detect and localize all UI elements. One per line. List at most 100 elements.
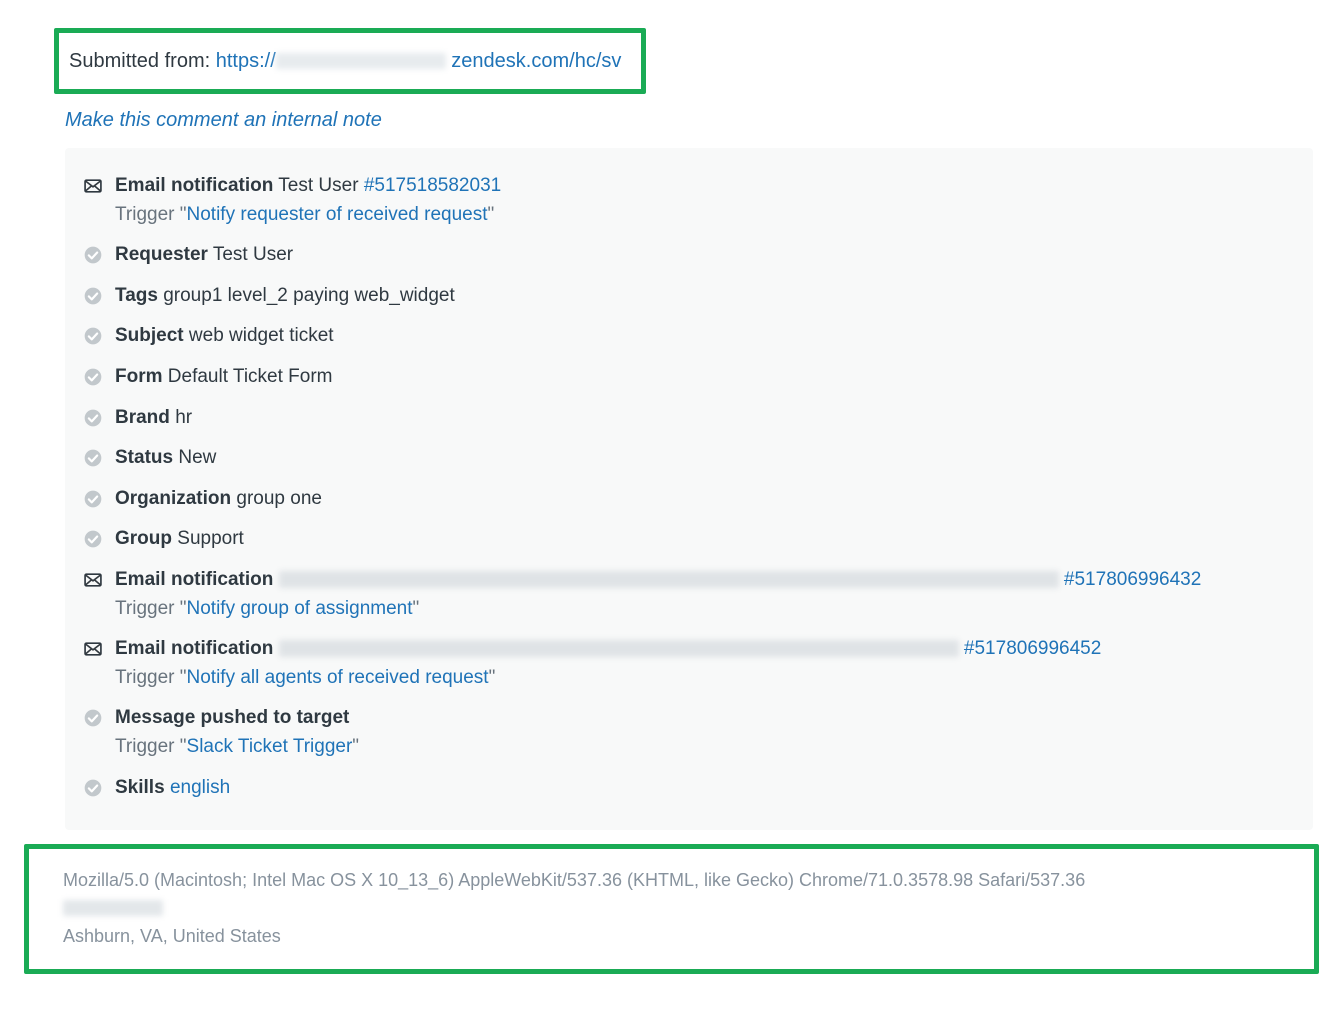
check-icon (83, 367, 103, 387)
event-row: Form Default Ticket Form (83, 357, 1295, 398)
trigger-link[interactable]: Notify group of assignment (187, 598, 413, 619)
submitted-from-url[interactable]: https:// zendesk.com/hc/sv (216, 50, 622, 72)
event-line1: Organization group one (115, 486, 1295, 513)
event-value: Support (177, 528, 244, 549)
check-icon (83, 448, 103, 468)
event-line1: Message pushed to target (115, 705, 1295, 732)
trigger-label: Trigger (115, 736, 174, 757)
event-value: hr (175, 407, 192, 428)
event-trigger-line: Trigger "Notify group of assignment" (115, 596, 1295, 623)
event-value: Test User (278, 175, 358, 196)
event-body: Group Support (115, 526, 1295, 553)
event-label: Tags (115, 285, 158, 306)
event-trigger-line: Trigger "Slack Ticket Trigger" (115, 734, 1295, 761)
event-line1: Subject web widget ticket (115, 323, 1295, 350)
event-label: Status (115, 447, 173, 468)
event-label: Message pushed to target (115, 707, 349, 728)
event-label: Subject (115, 325, 184, 346)
event-body: Message pushed to target Trigger "Slack T… (115, 705, 1295, 760)
event-label: Email notification (115, 569, 273, 590)
event-body: Skills english (115, 775, 1295, 802)
events-panel: Email notification Test User #5175185820… (65, 148, 1313, 830)
event-line1: Status New (115, 445, 1295, 472)
make-internal-note: Make this comment an internal note (65, 106, 1342, 134)
event-label: Email notification (115, 638, 273, 659)
trigger-label: Trigger (115, 204, 174, 225)
event-label: Organization (115, 488, 231, 509)
requester-meta-highlight: Mozilla/5.0 (Macintosh; Intel Mac OS X 1… (24, 844, 1319, 974)
trigger-link[interactable]: Slack Ticket Trigger (187, 736, 353, 757)
event-label: Brand (115, 407, 170, 428)
event-line1: Tags group1 level_2 paying web_widget (115, 283, 1295, 310)
event-label: Form (115, 366, 163, 387)
event-line1: Skills english (115, 775, 1295, 802)
trigger-link[interactable]: Notify all agents of received request (187, 667, 489, 688)
event-body: Status New (115, 445, 1295, 472)
submitted-from-label: Submitted from: (69, 50, 216, 72)
event-row: Message pushed to target Trigger "Slack T… (83, 698, 1295, 767)
event-row: Email notification #517806996432Trigger … (83, 560, 1295, 629)
redacted-recipients (279, 640, 959, 657)
mail-icon (83, 176, 103, 196)
check-icon (83, 286, 103, 306)
check-icon (83, 708, 103, 728)
event-body: Tags group1 level_2 paying web_widget (115, 283, 1295, 310)
event-line1: Email notification Test User #5175185820… (115, 173, 1295, 200)
event-row: Organization group one (83, 479, 1295, 520)
event-label: Skills (115, 777, 165, 798)
event-value: web widget ticket (189, 325, 334, 346)
event-row: Email notification #517806996452Trigger … (83, 629, 1295, 698)
requester-ip (63, 895, 1294, 923)
mail-icon (83, 570, 103, 590)
event-body: Organization group one (115, 486, 1295, 513)
trigger-label: Trigger (115, 598, 174, 619)
event-row: Skills english (83, 768, 1295, 809)
event-body: Email notification #517806996432Trigger … (115, 567, 1295, 622)
event-row: Group Support (83, 519, 1295, 560)
event-id-link[interactable]: #517806996432 (1064, 569, 1201, 590)
event-value-link[interactable]: english (170, 777, 230, 798)
mail-icon (83, 639, 103, 659)
check-icon (83, 778, 103, 798)
user-agent: Mozilla/5.0 (Macintosh; Intel Mac OS X 1… (63, 867, 1294, 895)
redacted-subdomain (276, 53, 446, 69)
redacted-recipients (279, 571, 1059, 588)
event-line1: Brand hr (115, 405, 1295, 432)
event-label: Group (115, 528, 172, 549)
event-line1: Requester Test User (115, 242, 1295, 269)
event-value: Default Ticket Form (168, 366, 333, 387)
event-id-link[interactable]: #517806996452 (964, 638, 1101, 659)
event-id-link[interactable]: #517518582031 (364, 175, 501, 196)
event-line1: Email notification #517806996452 (115, 636, 1295, 663)
event-row: Subject web widget ticket (83, 316, 1295, 357)
trigger-link[interactable]: Notify requester of received request (187, 204, 488, 225)
trigger-label: Trigger (115, 667, 174, 688)
event-line1: Email notification #517806996432 (115, 567, 1295, 594)
make-internal-note-link[interactable]: Make this comment an internal note (65, 109, 382, 131)
event-value: New (178, 447, 216, 468)
event-body: Email notification #517806996452Trigger … (115, 636, 1295, 691)
event-trigger-line: Trigger "Notify requester of received re… (115, 202, 1295, 229)
event-value: Test User (213, 244, 293, 265)
event-label: Email notification (115, 175, 273, 196)
event-value: group one (236, 488, 322, 509)
event-label: Requester (115, 244, 208, 265)
event-body: Requester Test User (115, 242, 1295, 269)
event-row: Tags group1 level_2 paying web_widget (83, 276, 1295, 317)
event-value: group1 level_2 paying web_widget (163, 285, 455, 306)
event-body: Email notification Test User #5175185820… (115, 173, 1295, 228)
submitted-from-row: Submitted from: https:// zendesk.com/hc/… (69, 47, 621, 75)
event-line1: Group Support (115, 526, 1295, 553)
event-row: Email notification Test User #5175185820… (83, 166, 1295, 235)
check-icon (83, 529, 103, 549)
event-body: Brand hr (115, 405, 1295, 432)
check-icon (83, 408, 103, 428)
submitted-from-highlight: Submitted from: https:// zendesk.com/hc/… (54, 28, 646, 94)
event-row: Status New (83, 438, 1295, 479)
event-line1: Form Default Ticket Form (115, 364, 1295, 391)
event-body: Subject web widget ticket (115, 323, 1295, 350)
event-row: Brand hr (83, 398, 1295, 439)
requester-location: Ashburn, VA, United States (63, 923, 1294, 951)
check-icon (83, 245, 103, 265)
event-body: Form Default Ticket Form (115, 364, 1295, 391)
